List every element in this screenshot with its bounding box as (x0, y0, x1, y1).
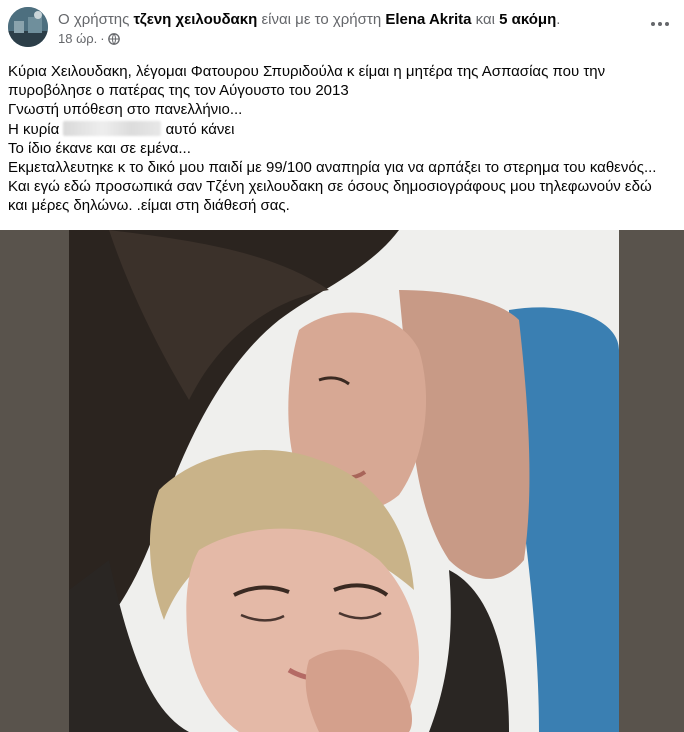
post-text: Κύρια Χειλουδακη, λέγομαι Φατουρου Σπυρι… (8, 62, 680, 216)
meta-separator: · (100, 31, 105, 46)
post-media[interactable] (0, 230, 684, 732)
post-line: Γνωστή υπόθεση στο πανελλήνιο... (8, 101, 243, 119)
globe-icon (107, 33, 120, 45)
post-header: Ο χρήστης τζενη χειλουδακη είναι με το χ… (0, 0, 684, 56)
facebook-post: Ο χρήστης τζενη χειλουδακη είναι με το χ… (0, 0, 684, 732)
more-options-button[interactable] (646, 12, 674, 36)
post-line: Και εγώ εδώ προσωπικά σαν Τζένη χειλουδα… (8, 178, 652, 196)
more-horizontal-icon (651, 22, 669, 26)
post-meta: 18 ώρ. · (58, 31, 120, 47)
post-line: Εκμεταλλευτηκε κ το δικό μου παιδί με 99… (8, 159, 657, 177)
others-link[interactable]: 5 ακόμη (499, 11, 556, 28)
post-line: Το ίδιο έκανε και σε εμένα... (8, 139, 191, 157)
post-timestamp[interactable]: 18 ώρ. (58, 31, 97, 47)
post-line: και μέρες δηλώνω. .είμαι στη διάθεσή σας… (8, 197, 290, 215)
redacted-name (63, 120, 162, 136)
post-line: πυροβόλησε ο πατέρας της τον Αύγουστο το… (8, 82, 349, 100)
author-name-link[interactable]: τζενη χειλουδακη (134, 11, 258, 28)
avatar-image (8, 7, 48, 47)
photo-mother-kissing-daughter (69, 230, 619, 732)
post-headline: Ο χρήστης τζενη χειλουδακη είναι με το χ… (58, 10, 618, 29)
author-avatar[interactable] (8, 7, 48, 47)
tagged-user-link[interactable]: Elena Akrita (385, 11, 471, 28)
line4-before: Η κυρία (8, 120, 60, 138)
post-line: Κύρια Χειλουδακη, λέγομαι Φατουρου Σπυρι… (8, 63, 606, 80)
post-line: Η κυρία αυτό κάνει (8, 120, 680, 139)
headline-middle: είναι με το χρήστη (261, 11, 382, 28)
post-photo[interactable] (69, 230, 619, 732)
headline-suffix: . (556, 11, 561, 28)
headline-joiner: και (475, 11, 495, 28)
headline-prefix: Ο χρήστης (58, 11, 130, 28)
line4-after: αυτό κάνει (165, 120, 235, 138)
